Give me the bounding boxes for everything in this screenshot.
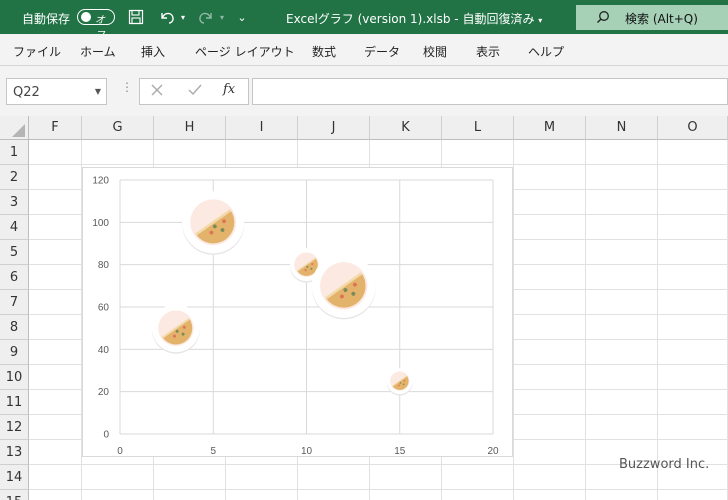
y-tick-label: 120: [92, 176, 109, 187]
row-header[interactable]: 6: [0, 265, 29, 290]
cancel-icon[interactable]: [150, 83, 164, 100]
enter-icon[interactable]: [187, 83, 203, 100]
formula-bar-grip-icon[interactable]: ⋮: [121, 80, 133, 94]
row-header[interactable]: 14: [0, 465, 29, 490]
formula-bar: Q22 ▼ ⋮ fx: [0, 66, 728, 116]
tab-home[interactable]: ホーム: [80, 43, 116, 60]
column-gridline: [657, 140, 658, 500]
tab-page-layout[interactable]: ページ レイアウト: [195, 43, 295, 60]
data-point-marker: [182, 191, 245, 255]
tab-data[interactable]: データ: [364, 43, 400, 60]
customize-toolbar-icon[interactable]: ⌄: [236, 8, 248, 26]
row-header[interactable]: 8: [0, 315, 29, 340]
column-header[interactable]: N: [586, 116, 658, 140]
redo-icon[interactable]: [195, 8, 217, 26]
undo-dropdown-icon[interactable]: ▾: [178, 8, 188, 26]
y-tick-label: 40: [98, 345, 110, 356]
tab-help[interactable]: ヘルプ: [528, 43, 564, 60]
row-gridline: [29, 164, 728, 165]
column-header[interactable]: O: [658, 116, 728, 140]
name-box[interactable]: Q22 ▼: [6, 78, 107, 105]
save-icon[interactable]: [126, 8, 146, 26]
tab-review[interactable]: 校閲: [423, 43, 447, 60]
row-header[interactable]: 7: [0, 290, 29, 315]
data-point-marker: [311, 253, 376, 320]
row-header[interactable]: 2: [0, 165, 29, 190]
row-gridline: [29, 489, 728, 490]
column-header[interactable]: J: [298, 116, 370, 140]
x-tick-label: 10: [301, 446, 313, 457]
title-bar: 自動保存 オフ ▾ ▾ ⌄ Excelグラフ (version 1).xlsb …: [0, 0, 728, 41]
data-point-marker: [386, 368, 413, 396]
row-header[interactable]: 3: [0, 190, 29, 215]
row-header[interactable]: 5: [0, 240, 29, 265]
search-icon: [596, 10, 610, 27]
data-point-marker: [151, 304, 200, 354]
y-tick-label: 60: [98, 303, 110, 314]
tab-formulas[interactable]: 数式: [312, 43, 336, 60]
row-header[interactable]: 12: [0, 415, 29, 440]
x-tick-label: 15: [394, 446, 406, 457]
column-header[interactable]: G: [82, 116, 154, 140]
x-tick-label: 5: [210, 446, 216, 457]
y-tick-label: 0: [103, 430, 109, 441]
column-header[interactable]: M: [514, 116, 586, 140]
row-header[interactable]: 4: [0, 215, 29, 240]
search-placeholder: 検索 (Alt+Q): [625, 12, 698, 26]
y-tick-label: 80: [98, 260, 110, 271]
chart-plot-svg: 0 5 10 15 20 0 20 40 60 80 100 120: [92, 176, 499, 458]
row-header[interactable]: 9: [0, 340, 29, 365]
column-header[interactable]: I: [226, 116, 298, 140]
tab-view[interactable]: 表示: [476, 43, 500, 60]
y-tick-label: 100: [92, 218, 109, 229]
row-header[interactable]: 10: [0, 365, 29, 390]
search-box[interactable]: 検索 (Alt+Q): [576, 5, 728, 30]
autosave-knob: [81, 12, 91, 22]
name-box-value: Q22: [13, 85, 40, 100]
autosave-label: 自動保存: [22, 12, 71, 26]
redo-dropdown-icon[interactable]: ▾: [217, 8, 227, 26]
scatter-chart[interactable]: 0 5 10 15 20 0 20 40 60 80 100 120: [82, 167, 513, 457]
column-header[interactable]: H: [154, 116, 226, 140]
select-all-corner[interactable]: [0, 116, 29, 140]
tab-insert[interactable]: 挿入: [141, 43, 165, 60]
y-tick-label: 20: [98, 387, 110, 398]
row-header[interactable]: 1: [0, 140, 29, 165]
row-header[interactable]: 13: [0, 440, 29, 465]
watermark: Buzzword Inc.: [619, 457, 710, 472]
x-tick-label: 0: [117, 446, 123, 457]
ribbon-tabs: ファイル ホーム 挿入 ページ レイアウト 数式 データ 校閲 表示 ヘルプ: [0, 34, 728, 66]
autosave-toggle[interactable]: オフ: [77, 9, 115, 41]
formula-input[interactable]: [252, 78, 728, 105]
column-header[interactable]: F: [29, 116, 82, 140]
formula-buttons: fx: [139, 78, 249, 105]
column-header[interactable]: L: [442, 116, 514, 140]
document-title[interactable]: Excelグラフ (version 1).xlsb - 自動回復済み ▾: [286, 10, 542, 27]
x-tick-label: 20: [487, 446, 499, 457]
column-header[interactable]: K: [370, 116, 442, 140]
undo-icon[interactable]: [156, 8, 178, 26]
row-header[interactable]: 15: [0, 490, 29, 500]
row-header[interactable]: 11: [0, 390, 29, 415]
column-gridline: [585, 140, 586, 500]
name-box-dropdown-icon[interactable]: ▼: [95, 87, 101, 96]
insert-function-icon[interactable]: fx: [223, 82, 235, 97]
tab-file[interactable]: ファイル: [13, 43, 61, 60]
